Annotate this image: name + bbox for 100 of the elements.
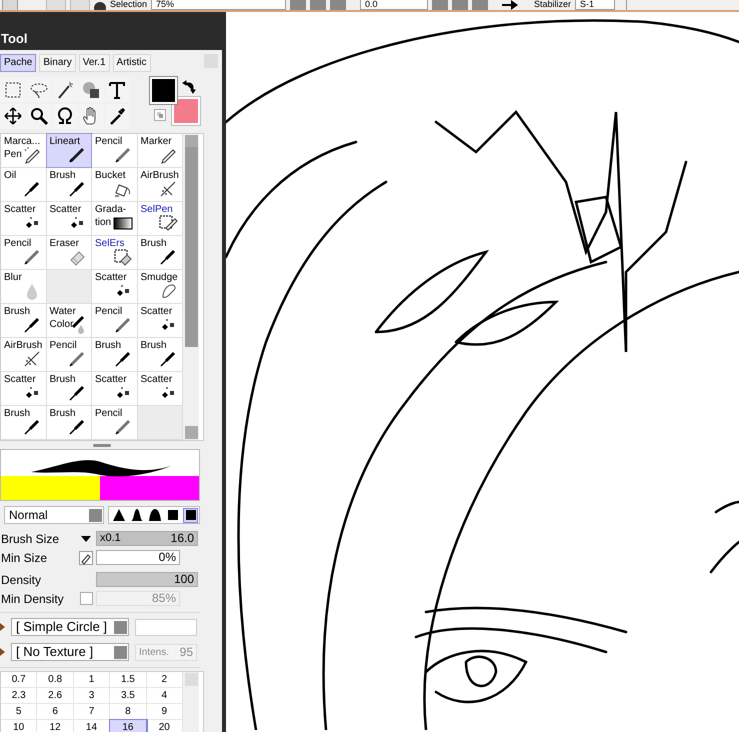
brush-tip-shape-button[interactable]: [165, 508, 180, 522]
brush-size-preset[interactable]: 7: [74, 704, 110, 720]
tool-slot[interactable]: Scatter: [138, 304, 183, 338]
move-icon: [2, 106, 23, 126]
brush-size-preset[interactable]: 0.8: [37, 672, 74, 688]
tool-slot[interactable]: Pencil: [46, 338, 92, 372]
brush-size-preset[interactable]: 1: [74, 672, 110, 688]
tip-shape-icon: [184, 509, 196, 521]
panel-title: Tool: [0, 30, 28, 48]
pencil-icon: [112, 145, 132, 165]
tab[interactable]: Pache: [0, 54, 36, 72]
tool-slot[interactable]: Bucket: [92, 168, 138, 202]
scrollbar-thumb[interactable]: [184, 147, 198, 347]
tool-slot[interactable]: Grada- tion: [92, 202, 138, 236]
tool-slot[interactable]: Scatter: [138, 372, 183, 406]
tool-slot[interactable]: Smudge: [138, 270, 183, 304]
tool-slot[interactable]: SelPen: [138, 202, 183, 236]
brush-icon: [22, 315, 42, 335]
tip-shape-icon: [130, 509, 142, 521]
zoom-field[interactable]: 75%: [151, 0, 286, 10]
tip-shape-icon: [148, 509, 160, 521]
selection-eraser-icon: [112, 247, 132, 267]
background-color-swatch[interactable]: [172, 97, 200, 125]
brush-size-preset[interactable]: 12: [37, 720, 74, 732]
shape-settings-field[interactable]: [135, 618, 197, 636]
brush-icon: [67, 383, 87, 403]
text-icon: [107, 80, 128, 100]
density-slider[interactable]: 100: [96, 572, 198, 587]
brush-size-preset[interactable]: 16: [110, 720, 147, 732]
selection-pen-icon: [158, 213, 178, 233]
expand-arrow-icon: [0, 648, 5, 656]
angle-field[interactable]: 0.0: [360, 0, 428, 10]
brush-icon: [67, 417, 87, 437]
tab[interactable]: Ver.1: [78, 54, 110, 72]
tool-slot[interactable]: Brush: [1, 304, 46, 338]
dropdown[interactable]: [ No Texture ]: [11, 643, 129, 661]
brush-tip-shape-button[interactable]: [183, 508, 198, 522]
tab[interactable]: Binary: [39, 54, 76, 72]
tool-slot[interactable]: Pencil: [92, 134, 138, 168]
tool-slot[interactable]: Blur: [1, 270, 46, 304]
min-size-slider[interactable]: 0%: [96, 550, 180, 565]
tool-slot[interactable]: Lineart: [46, 134, 92, 168]
tip-shape-icon: [166, 509, 178, 521]
pressure-icon: [79, 550, 93, 564]
tool-slot[interactable]: Oil: [1, 168, 46, 202]
brush-size-preset[interactable]: 2.3: [1, 688, 38, 704]
stabilizer-field[interactable]: S-1: [575, 0, 616, 10]
arrow-icon: [502, 0, 518, 10]
brush-size-preset[interactable]: 3.5: [110, 688, 147, 704]
tool-slot[interactable]: Pencil: [1, 236, 46, 270]
tool-slot[interactable]: Brush: [46, 406, 92, 440]
tool-slot[interactable]: Marker: [138, 134, 183, 168]
tool-slot[interactable]: Scatter: [1, 372, 46, 406]
rectangle-select-icon: [2, 80, 23, 100]
tool-slot[interactable]: Scatter: [46, 202, 92, 236]
tool-slot[interactable]: AirBrush: [1, 338, 46, 372]
brush-tip-shape-button[interactable]: [111, 508, 126, 522]
blend-mode-dropdown[interactable]: Normal: [4, 506, 104, 524]
brush-icon: [158, 247, 178, 267]
brush-size-preset[interactable]: 3: [74, 688, 110, 704]
tool-slot[interactable]: Brush: [46, 168, 92, 202]
brush-icon: [67, 179, 87, 199]
zoom-icon: [28, 106, 49, 126]
setting-label: Min Density: [0, 590, 65, 608]
brush-tip-shape-button[interactable]: [129, 508, 144, 522]
tool-slot[interactable]: Scatter: [1, 202, 46, 236]
triangle-down-icon: [81, 536, 91, 542]
marker-pen-icon: [22, 145, 42, 165]
foreground-color-swatch[interactable]: [150, 77, 177, 104]
tool-slot[interactable]: Marca... Pen: [1, 134, 46, 168]
tool-slot[interactable]: AirBrush: [138, 168, 183, 202]
brush-size-preset[interactable]: 10: [1, 720, 38, 732]
brush-size-preset[interactable]: 0.7: [1, 672, 38, 688]
brush-tip-shape-button[interactable]: [147, 508, 162, 522]
tool-slot[interactable]: Brush: [1, 406, 46, 440]
brush-size-slider[interactable]: x0.1 16.0: [96, 531, 198, 546]
brush-size-preset[interactable]: 1.5: [110, 672, 147, 688]
dropdown[interactable]: [ Simple Circle ]: [11, 618, 129, 636]
pencil-icon: [22, 247, 42, 267]
pencil-icon: [112, 417, 132, 437]
scroll-up-button[interactable]: [184, 135, 198, 148]
tool-slot[interactable]: Brush: [138, 236, 183, 270]
tool-slot[interactable]: Brush: [92, 338, 138, 372]
tool-slot[interactable]: Scatter: [92, 270, 138, 304]
expand-arrow-icon: [0, 623, 5, 631]
brush-size-preset[interactable]: 6: [37, 704, 74, 720]
tool-slot[interactable]: Brush: [138, 338, 183, 372]
tool-slot[interactable]: Eraser: [46, 236, 92, 270]
tool-slot[interactable]: Water Color: [46, 304, 92, 338]
tab[interactable]: Artistic: [112, 54, 151, 72]
tool-slot[interactable]: Pencil: [92, 406, 138, 440]
tool-slot[interactable]: Pencil: [92, 304, 138, 338]
tool-slot[interactable]: SelErs: [92, 236, 138, 270]
brush-size-preset[interactable]: 5: [1, 704, 38, 720]
tool-slot[interactable]: Scatter: [92, 372, 138, 406]
swap-icon: [182, 80, 196, 94]
tool-slot[interactable]: Brush: [46, 372, 92, 406]
splitter-handle[interactable]: [93, 444, 111, 446]
scroll-down-button[interactable]: [184, 426, 198, 439]
brush-size-preset[interactable]: 2.6: [37, 688, 74, 704]
